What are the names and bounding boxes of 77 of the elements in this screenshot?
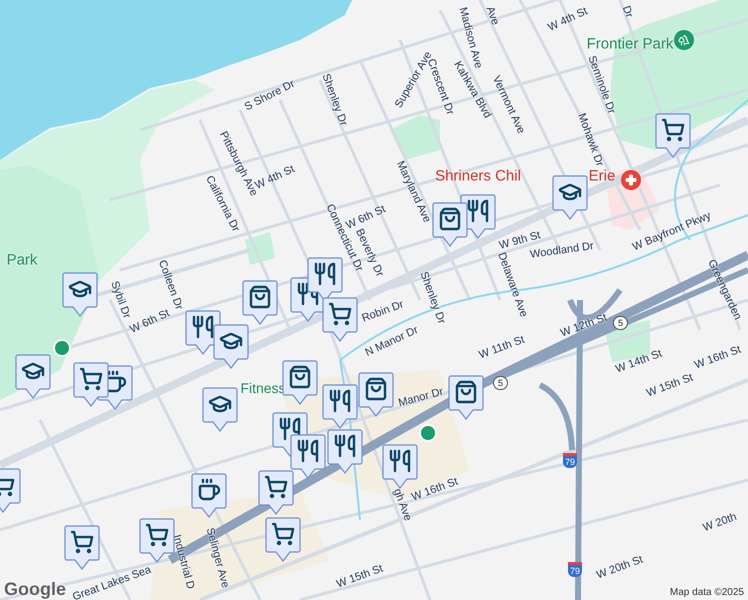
- map-pin[interactable]: [15, 354, 51, 400]
- shopping-cart-icon: [271, 522, 295, 546]
- shopping-cart-icon: [145, 523, 169, 547]
- street-label: W 15th St: [645, 372, 695, 400]
- coffee-cup-icon: [197, 478, 221, 502]
- map-pin[interactable]: [139, 518, 175, 564]
- street-label: Shenley Dr: [320, 72, 348, 128]
- map-pin[interactable]: [73, 362, 109, 408]
- shopping-bag-icon: [454, 380, 478, 404]
- map-pin[interactable]: [242, 280, 278, 326]
- street-label: W 20th: [702, 512, 738, 534]
- interstate-shield: 79: [563, 453, 578, 468]
- street-label: Dr: [620, 4, 634, 20]
- shopping-cart-icon: [661, 118, 685, 142]
- street-label: Manor Dr: [397, 386, 445, 410]
- fork-knife-icon: [466, 199, 490, 223]
- place-marker-icon[interactable]: [53, 339, 71, 357]
- street-label: S Shore Dr: [243, 78, 297, 114]
- map-pin[interactable]: [191, 473, 227, 519]
- street-label: W 20th St: [595, 554, 645, 582]
- fork-knife-icon: [333, 434, 357, 458]
- map-logo[interactable]: Google: [4, 580, 66, 598]
- street-label: W 12th St: [559, 312, 609, 340]
- street-label: Industrial D: [170, 534, 196, 590]
- hospital-label: Erie: [588, 168, 616, 184]
- park-label: Park: [6, 252, 38, 268]
- street-label: Shenley Dr: [418, 270, 446, 326]
- map-pin[interactable]: [327, 429, 363, 475]
- map-pin[interactable]: [382, 444, 418, 490]
- shopping-cart-icon: [79, 367, 103, 391]
- street-label: N Manor Dr: [364, 325, 420, 359]
- map-pin[interactable]: [448, 375, 484, 421]
- map-pin[interactable]: [62, 272, 98, 318]
- street-label: W 16th St: [410, 476, 460, 504]
- shopping-bag-icon: [438, 207, 462, 231]
- map-pin[interactable]: [64, 525, 100, 571]
- park-area: [245, 232, 275, 265]
- map-pin[interactable]: [282, 360, 318, 406]
- fork-knife-icon: [296, 439, 320, 463]
- place-marker-icon[interactable]: [419, 424, 437, 442]
- fork-knife-icon: [191, 315, 215, 339]
- map-pin[interactable]: [358, 372, 394, 418]
- street-label: W 4th St: [546, 6, 590, 34]
- map-pin[interactable]: [213, 324, 249, 370]
- map-pin[interactable]: [290, 434, 326, 480]
- route-shield: 5: [493, 376, 508, 390]
- map-pin[interactable]: [322, 297, 358, 343]
- shopping-cart-icon: [70, 530, 94, 554]
- map-pin[interactable]: [322, 384, 358, 430]
- shopping-bag-icon: [248, 285, 272, 309]
- park-area: [390, 115, 440, 160]
- shopping-cart-icon: [328, 302, 352, 326]
- fork-knife-icon: [388, 449, 412, 473]
- map-pin[interactable]: [265, 517, 301, 563]
- street-label: Selinger Ave: [204, 526, 230, 590]
- shopping-bag-icon: [288, 365, 312, 389]
- park-label: Frontier Park: [586, 36, 674, 52]
- interstate-shield: 79: [568, 562, 582, 577]
- street-label: Robin Dr: [360, 299, 406, 325]
- street-label: W 15th St: [335, 564, 385, 590]
- map-pin[interactable]: [655, 113, 691, 159]
- street-label: Great Lakes Sea: [71, 564, 153, 600]
- fork-knife-icon: [313, 262, 337, 286]
- street-label: W 16th St: [693, 344, 743, 372]
- shopping-cart-icon: [264, 475, 288, 499]
- street-label: W 11th St: [478, 334, 526, 362]
- fork-knife-icon: [278, 417, 302, 441]
- street-label: Ave: [484, 5, 500, 27]
- shopping-bag-icon: [364, 377, 388, 401]
- map-pin[interactable]: [258, 470, 294, 516]
- map-pin[interactable]: [432, 202, 468, 248]
- street-label: Woodland Dr: [530, 241, 594, 261]
- map-pin[interactable]: [202, 387, 238, 433]
- map-pin[interactable]: [552, 175, 588, 221]
- hospital-label: Shriners Chil: [435, 168, 521, 184]
- street-label: W 14th St: [614, 348, 664, 376]
- fork-knife-icon: [328, 389, 352, 413]
